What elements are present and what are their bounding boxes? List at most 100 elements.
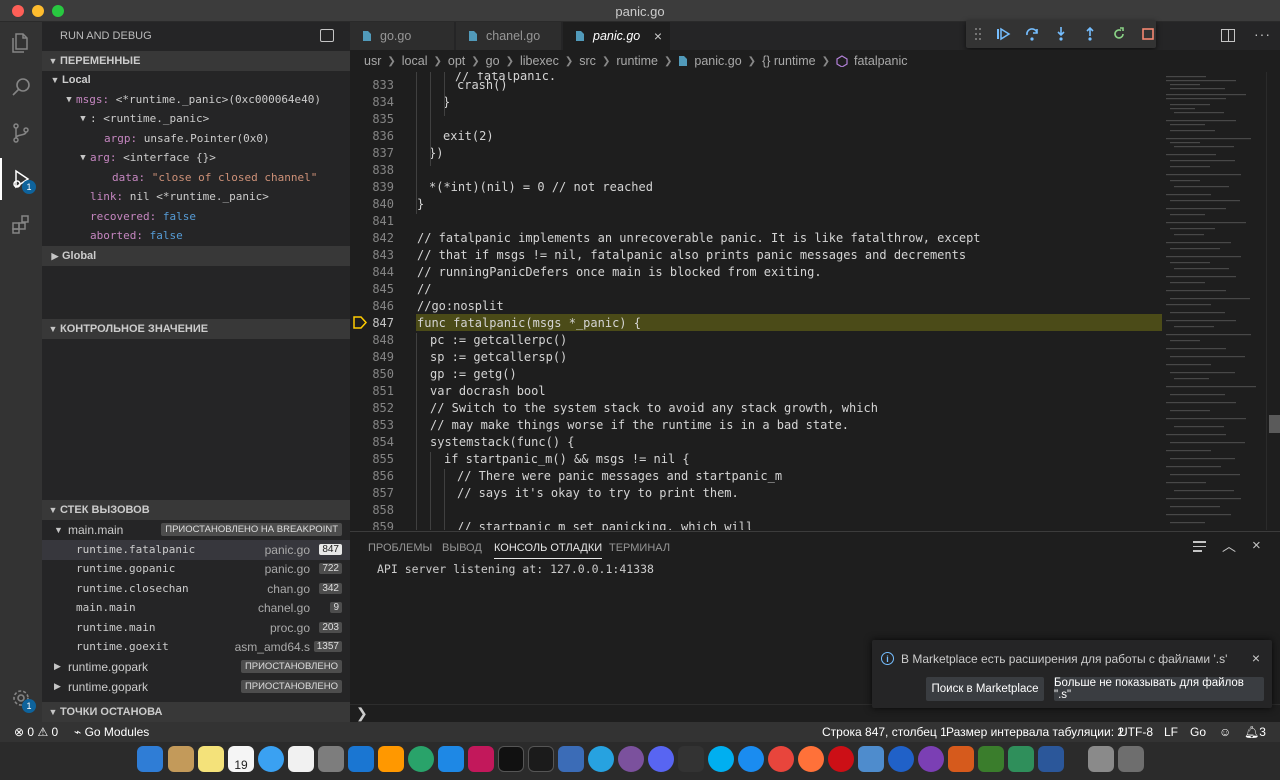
variable-row[interactable]: recovered: false xyxy=(42,207,350,227)
app-icon[interactable] xyxy=(678,746,704,772)
callstack-header[interactable]: ▼ СТЕК ВЫЗОВОВ xyxy=(42,500,350,520)
breadcrumb-item[interactable]: panic.go xyxy=(694,54,741,68)
indentation-status[interactable]: Размер интервала табуляции: 2 xyxy=(946,725,1124,739)
terminal-icon[interactable] xyxy=(498,746,524,772)
system-preferences-icon[interactable] xyxy=(318,746,344,772)
stack-frame[interactable]: runtime.gopanic panic.go 722 xyxy=(42,559,350,579)
downloads-folder-icon[interactable] xyxy=(1088,746,1114,772)
sublime-icon[interactable] xyxy=(378,746,404,772)
language-status[interactable]: Go xyxy=(1190,725,1206,739)
more-actions-icon[interactable]: ··· xyxy=(1254,26,1271,42)
safari-icon[interactable] xyxy=(738,746,764,772)
app-store-icon[interactable] xyxy=(558,746,584,772)
open-console-icon[interactable] xyxy=(320,29,334,42)
variable-row[interactable]: ▼ : <runtime._panic> xyxy=(42,109,350,129)
app-icon[interactable] xyxy=(1008,746,1034,772)
thread-main[interactable]: ▼ main.main ПРИОСТАНОВЛЕНО НА BREAKPOINT xyxy=(42,520,350,540)
breadcrumb-item[interactable]: local xyxy=(402,54,428,68)
cursor-position[interactable]: Строка 847, столбец 1 xyxy=(822,725,947,739)
breadcrumb-item[interactable]: src xyxy=(579,54,596,68)
telegram-icon[interactable] xyxy=(588,746,614,772)
app-icon[interactable] xyxy=(978,746,1004,772)
notifications-status[interactable]: 🔔︎3 xyxy=(1244,725,1266,739)
tab-terminal[interactable]: ТЕРМИНАЛ xyxy=(609,542,670,554)
word-icon[interactable] xyxy=(1038,746,1064,772)
stickies-icon[interactable] xyxy=(198,746,224,772)
app-icon[interactable] xyxy=(948,746,974,772)
close-icon[interactable]: × xyxy=(1252,650,1260,666)
run-debug-icon[interactable]: 1 xyxy=(0,158,42,200)
problems-status[interactable]: ⊗ 0 ⚠ 0 xyxy=(14,725,58,739)
maps-icon[interactable] xyxy=(888,746,914,772)
calendar-icon[interactable]: 19 xyxy=(228,746,254,772)
restart-icon[interactable] xyxy=(1111,26,1127,42)
stack-frame[interactable]: runtime.main proc.go 203 xyxy=(42,618,350,638)
thread-row[interactable]: ▶ runtime.gopark ПРИОСТАНОВЛЕНО xyxy=(42,657,350,677)
music-icon[interactable] xyxy=(288,746,314,772)
drag-handle-icon[interactable] xyxy=(974,26,982,42)
breakpoints-header[interactable]: ▼ ТОЧКИ ОСТАНОВА xyxy=(42,702,350,722)
eol-status[interactable]: LF xyxy=(1164,725,1178,739)
stack-frame[interactable]: runtime.closechan chan.go 342 xyxy=(42,579,350,599)
tab-panic-go[interactable]: panic.go × xyxy=(563,22,671,50)
source-control-icon[interactable] xyxy=(0,112,42,154)
messages-icon[interactable] xyxy=(258,746,284,772)
sourcetree-icon[interactable] xyxy=(408,746,434,772)
breadcrumb-item[interactable]: go xyxy=(486,54,500,68)
stack-frame[interactable]: main.main chanel.go 9 xyxy=(42,598,350,618)
extensions-icon[interactable] xyxy=(0,204,42,246)
variables-header[interactable]: ▼ ПЕРЕМЕННЫЕ xyxy=(42,51,350,71)
minimap[interactable] xyxy=(1162,72,1266,530)
editor-scrollbar[interactable] xyxy=(1266,72,1280,530)
skype-icon[interactable] xyxy=(708,746,734,772)
split-editor-icon[interactable] xyxy=(1221,29,1235,42)
scrollbar-thumb[interactable] xyxy=(1269,415,1280,433)
vscode-icon[interactable] xyxy=(438,746,464,772)
encoding-status[interactable]: UTF-8 xyxy=(1119,725,1153,739)
code-editor[interactable]: // fatalpanic. 833 crash() 834} 835 836 ex… xyxy=(350,72,1280,530)
github-icon[interactable] xyxy=(918,746,944,772)
rubymine-icon[interactable] xyxy=(468,746,494,772)
stack-frame[interactable]: runtime.goexit asm_amd64.s 1357 xyxy=(42,637,350,657)
breadcrumb-item[interactable]: opt xyxy=(448,54,465,68)
breadcrumb-item[interactable]: fatalpanic xyxy=(854,54,908,68)
opera-icon[interactable] xyxy=(828,746,854,772)
finder-icon[interactable] xyxy=(137,746,163,772)
activity-monitor-icon[interactable] xyxy=(528,746,554,772)
discord-icon[interactable] xyxy=(648,746,674,772)
variable-row[interactable]: argp: unsafe.Pointer(0x0) xyxy=(42,129,350,149)
step-out-icon[interactable] xyxy=(1082,26,1098,42)
viber-icon[interactable] xyxy=(618,746,644,772)
step-over-icon[interactable] xyxy=(1024,26,1040,42)
dont-show-again-button[interactable]: Больше не показывать для файлов ".s" xyxy=(1054,677,1264,701)
manage-gear-icon[interactable]: 1 xyxy=(0,677,42,719)
scope-local[interactable]: ▼ Local xyxy=(42,70,350,90)
close-icon[interactable]: × xyxy=(654,28,662,44)
explorer-icon[interactable] xyxy=(0,22,42,64)
close-panel-icon[interactable]: × xyxy=(1252,537,1261,554)
firefox-icon[interactable] xyxy=(798,746,824,772)
breadcrumb-item[interactable]: runtime xyxy=(616,54,658,68)
virtualbox-icon[interactable] xyxy=(858,746,884,772)
tab-debug-console[interactable]: КОНСОЛЬ ОТЛАДКИ xyxy=(494,542,603,559)
variable-row[interactable]: aborted: false xyxy=(42,226,350,246)
go-modules-status[interactable]: ⌁ Go Modules xyxy=(74,725,149,739)
filter-lines-icon[interactable] xyxy=(1193,541,1206,552)
breadcrumb-item[interactable]: {} runtime xyxy=(762,54,816,68)
variable-row[interactable]: data: "close of closed channel" xyxy=(42,168,350,188)
notes-app-icon[interactable] xyxy=(168,746,194,772)
stop-icon[interactable] xyxy=(1140,26,1156,42)
breadcrumb-item[interactable]: libexec xyxy=(520,54,559,68)
scope-global[interactable]: ▶ Global xyxy=(42,246,350,266)
breadcrumb-item[interactable]: usr xyxy=(364,54,381,68)
trash-icon[interactable] xyxy=(1118,746,1144,772)
search-marketplace-button[interactable]: Поиск в Marketplace xyxy=(926,677,1044,701)
tab-problems[interactable]: ПРОБЛЕМЫ xyxy=(368,542,432,554)
tab-output[interactable]: ВЫВОД xyxy=(442,542,482,554)
tab-chanel-go[interactable]: chanel.go xyxy=(456,22,562,50)
variable-row[interactable]: ▼ msgs: <*runtime._panic>(0xc000064e40) xyxy=(42,90,350,110)
maximize-panel-icon[interactable]: ︿ xyxy=(1222,536,1236,556)
thread-row[interactable]: ▶ runtime.gopark ПРИОСТАНОВЛЕНО xyxy=(42,677,350,697)
tab-go-go[interactable]: go.go xyxy=(350,22,455,50)
stack-frame[interactable]: runtime.fatalpanic panic.go 847 xyxy=(42,540,350,560)
